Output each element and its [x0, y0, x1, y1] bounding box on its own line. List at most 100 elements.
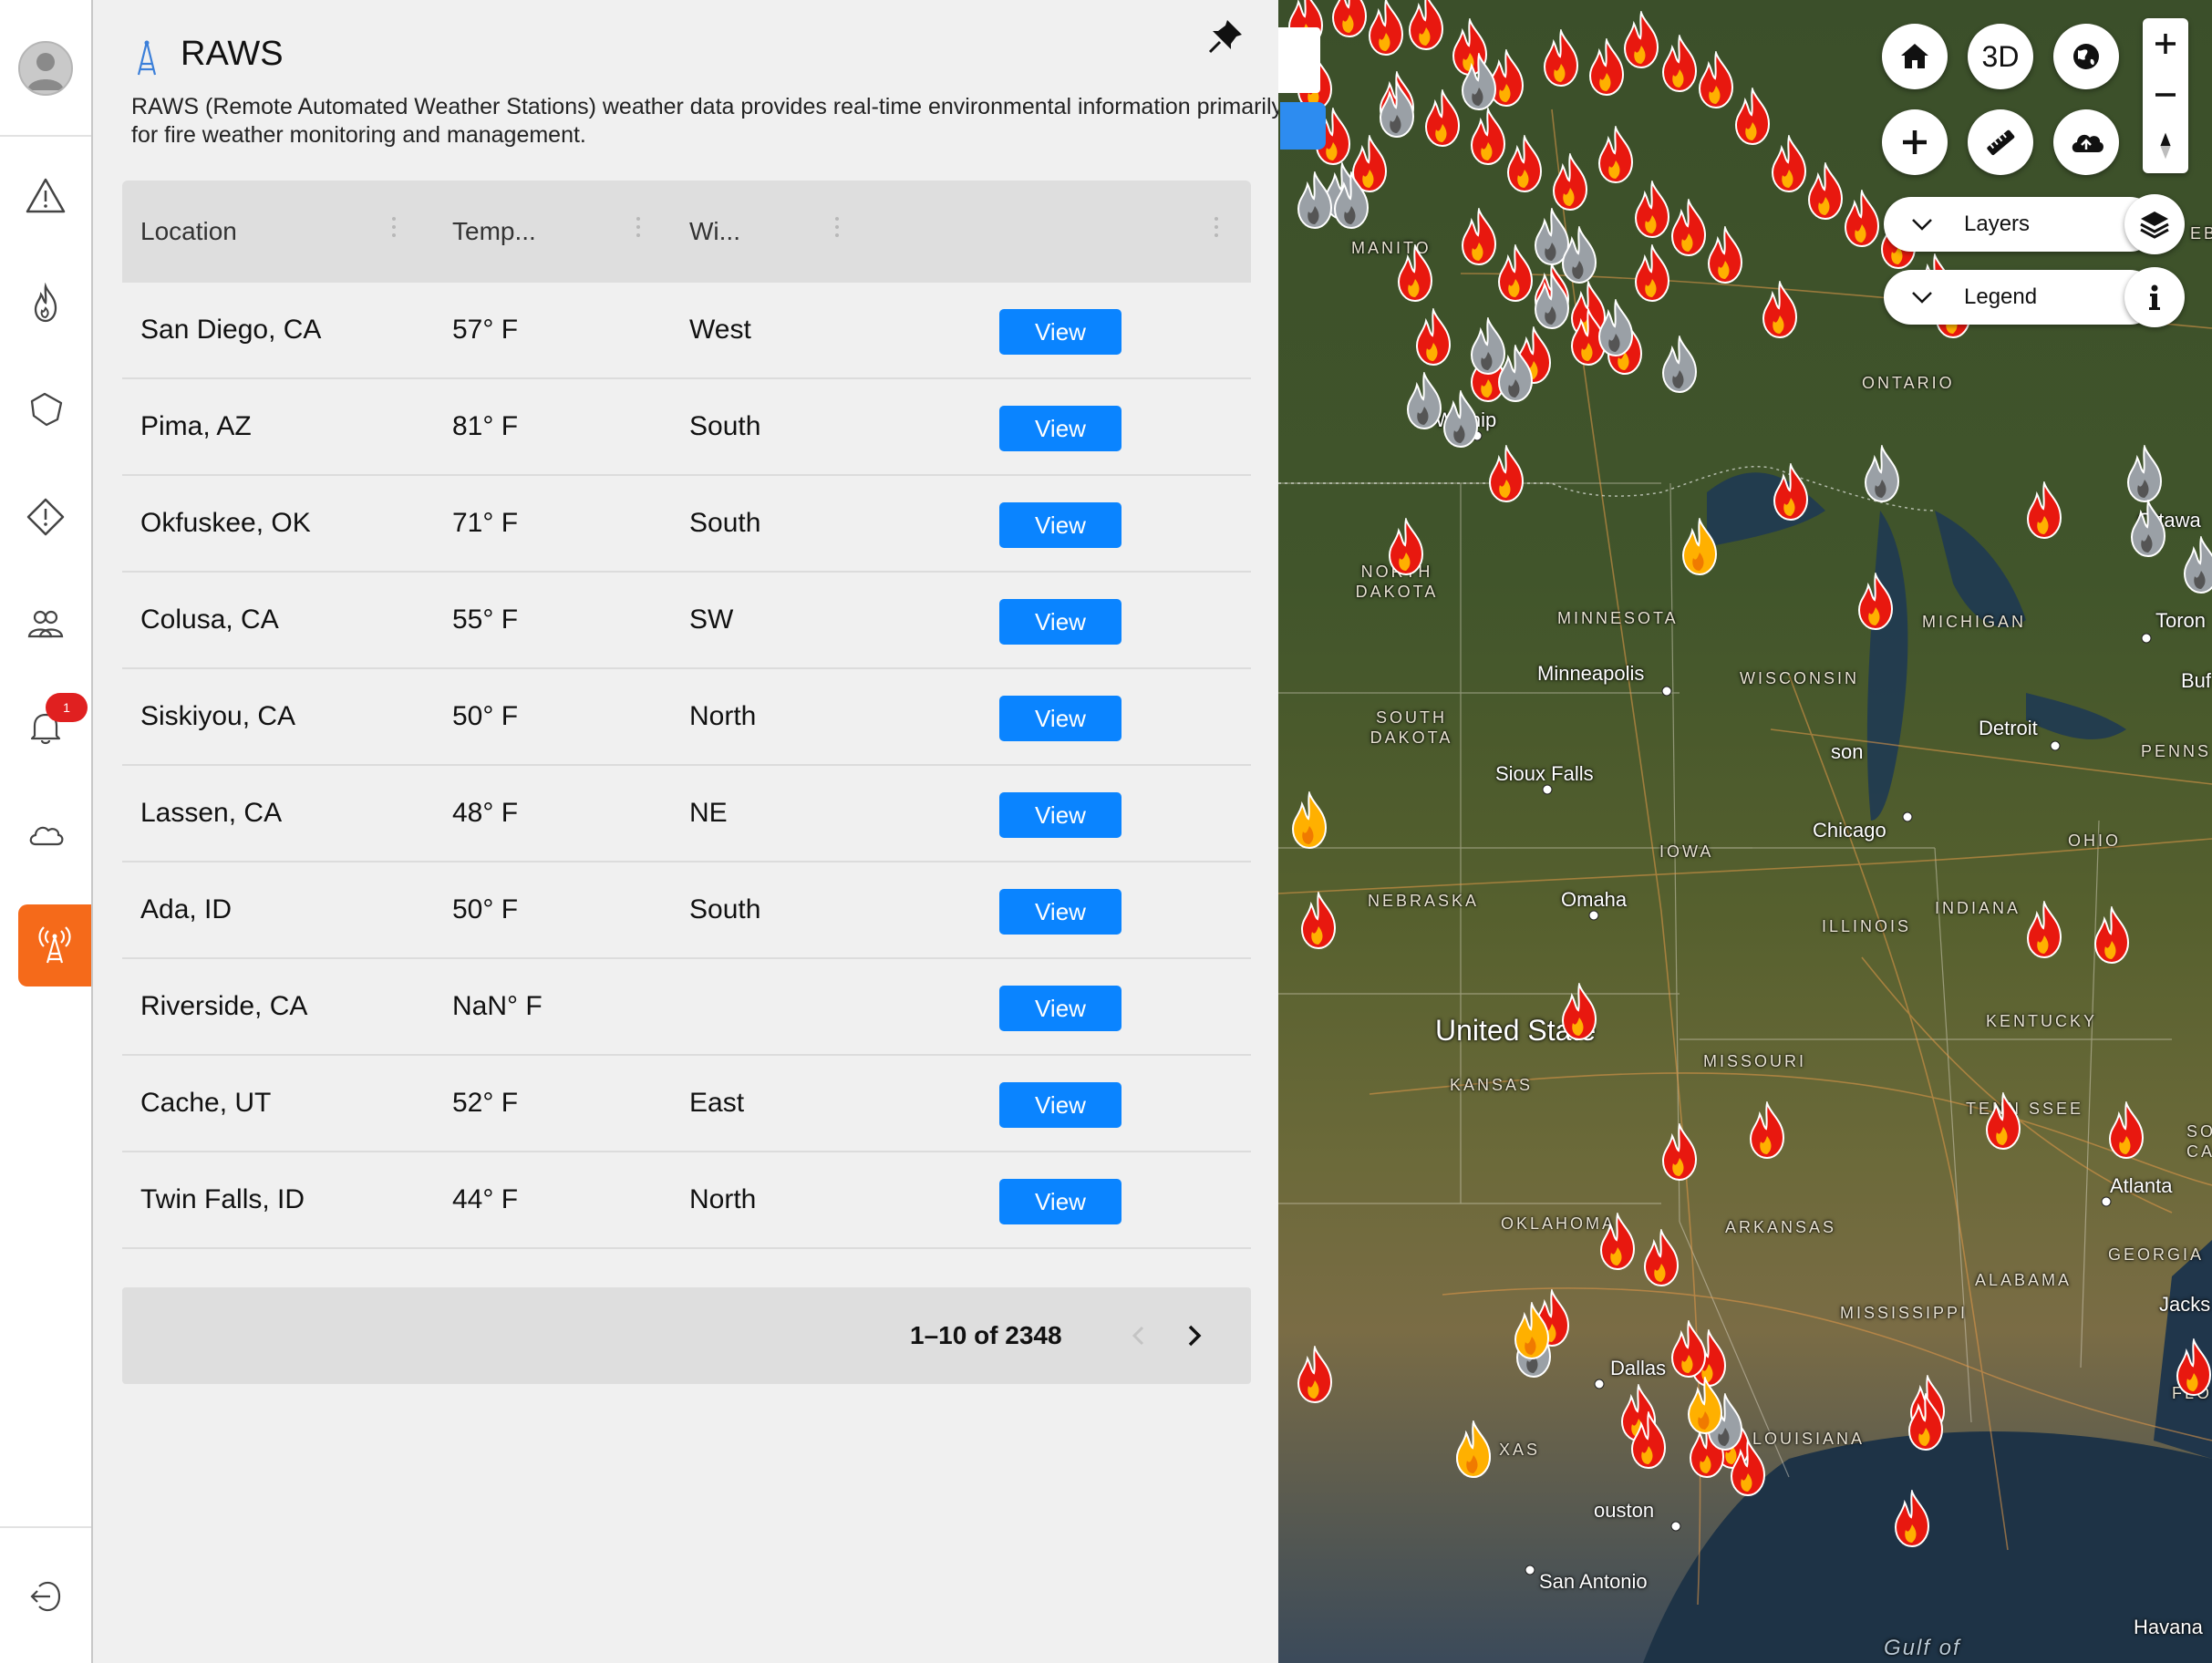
- view-button[interactable]: View: [999, 502, 1122, 548]
- column-menu-icon[interactable]: [392, 217, 396, 244]
- fire-marker-icon[interactable]: [1979, 1092, 2027, 1151]
- fire-marker-icon[interactable]: [1701, 226, 1749, 284]
- fire-marker-icon[interactable]: [2170, 1338, 2212, 1397]
- home-button[interactable]: [1882, 24, 1948, 89]
- table-row: Siskiyou, CA 50° F North View: [122, 669, 1251, 766]
- column-menu-icon[interactable]: [835, 217, 839, 244]
- next-page-icon[interactable]: [1178, 1318, 1209, 1353]
- contained-fire-marker-icon[interactable]: [1373, 80, 1421, 139]
- temp-cell: 52° F: [452, 1088, 519, 1118]
- new-fire-marker-icon[interactable]: [1508, 1302, 1556, 1360]
- fire-marker-icon[interactable]: [1546, 153, 1594, 212]
- new-fire-marker-icon[interactable]: [1450, 1420, 1497, 1479]
- fire-marker-icon[interactable]: [1625, 1411, 1672, 1470]
- contained-fire-marker-icon[interactable]: [1656, 336, 1703, 394]
- column-header-wind[interactable]: Wi...: [689, 181, 740, 283]
- column-menu-icon[interactable]: [1215, 217, 1218, 244]
- contained-fire-marker-icon[interactable]: [1401, 372, 1448, 430]
- new-fire-marker-icon[interactable]: [1286, 791, 1333, 850]
- view-button[interactable]: View: [999, 309, 1122, 355]
- logout-button[interactable]: [0, 1555, 91, 1637]
- new-fire-marker-icon[interactable]: [1681, 1377, 1729, 1435]
- add-button[interactable]: [1882, 109, 1948, 175]
- map-search-box[interactable]: [1278, 27, 1320, 93]
- view-button[interactable]: View: [999, 1082, 1122, 1128]
- map-search-button[interactable]: [1280, 102, 1326, 150]
- legend-info-button[interactable]: [2124, 267, 2185, 327]
- view-button[interactable]: View: [999, 889, 1122, 935]
- measure-button[interactable]: [1968, 109, 2033, 175]
- warnings-nav-button[interactable]: [0, 476, 91, 558]
- view-button[interactable]: View: [999, 599, 1122, 645]
- map-label: Gulf of: [1884, 1636, 1961, 1660]
- fire-marker-icon[interactable]: [1295, 892, 1342, 950]
- fire-marker-icon[interactable]: [2021, 481, 2068, 540]
- globe-icon: [2073, 44, 2099, 69]
- contained-fire-marker-icon[interactable]: [1455, 53, 1503, 111]
- new-fire-marker-icon[interactable]: [1676, 518, 1723, 576]
- contained-fire-marker-icon[interactable]: [1328, 171, 1375, 230]
- fire-marker-icon[interactable]: [1594, 1213, 1641, 1271]
- fire-marker-icon[interactable]: [1852, 573, 1899, 631]
- view-button[interactable]: View: [999, 406, 1122, 451]
- view-button[interactable]: View: [999, 696, 1122, 741]
- fire-marker-icon[interactable]: [1402, 0, 1450, 51]
- contained-fire-marker-icon[interactable]: [1858, 445, 1906, 503]
- fire-marker-icon[interactable]: [1537, 29, 1585, 88]
- column-header-location[interactable]: Location: [140, 181, 237, 283]
- fire-marker-icon[interactable]: [1291, 1346, 1339, 1404]
- fire-marker-icon[interactable]: [1902, 1393, 1949, 1451]
- legend-toggle[interactable]: Legend: [1884, 267, 2185, 327]
- compass-button[interactable]: [2143, 120, 2188, 171]
- contained-fire-marker-icon[interactable]: [2124, 500, 2172, 558]
- fire-marker-icon[interactable]: [1767, 463, 1814, 522]
- contained-fire-marker-icon[interactable]: [2121, 445, 2168, 503]
- contained-fire-marker-icon[interactable]: [2177, 536, 2212, 594]
- view-button[interactable]: View: [999, 1179, 1122, 1224]
- zoom-in-button[interactable]: [2143, 18, 2188, 69]
- fire-marker-icon[interactable]: [1628, 244, 1676, 303]
- fire-marker-icon[interactable]: [1556, 983, 1603, 1041]
- fire-marker-icon[interactable]: [1656, 1123, 1703, 1182]
- user-avatar[interactable]: [18, 41, 73, 96]
- fire-marker-icon[interactable]: [2103, 1101, 2150, 1160]
- fire-marker-icon[interactable]: [2021, 901, 2068, 959]
- view-button[interactable]: View: [999, 986, 1122, 1031]
- radio-tower-icon: [38, 926, 71, 964]
- alerts-nav-button[interactable]: [0, 155, 91, 237]
- fire-marker-icon[interactable]: [1501, 135, 1548, 193]
- view-button[interactable]: View: [999, 792, 1122, 838]
- contained-fire-marker-icon[interactable]: [1492, 345, 1539, 403]
- raws-nav-button[interactable]: [18, 904, 91, 986]
- fire-marker-icon[interactable]: [1592, 126, 1639, 184]
- basemap-button[interactable]: [2053, 24, 2119, 89]
- fire-marker-icon[interactable]: [1756, 281, 1804, 339]
- zoom-out-button[interactable]: [2143, 69, 2188, 120]
- fire-marker-icon[interactable]: [1410, 308, 1457, 367]
- 3d-toggle-button[interactable]: 3D: [1968, 24, 2033, 89]
- column-header-temp[interactable]: Temp...: [452, 181, 536, 283]
- table-row: Twin Falls, ID 44° F North View: [122, 1152, 1251, 1249]
- fire-marker-icon[interactable]: [1638, 1229, 1685, 1287]
- fire-marker-icon[interactable]: [1483, 445, 1530, 503]
- contained-fire-marker-icon[interactable]: [1528, 272, 1576, 330]
- fire-marker-icon[interactable]: [1391, 244, 1439, 303]
- fire-marker-icon[interactable]: [1665, 1320, 1712, 1379]
- previous-page-icon[interactable]: [1123, 1320, 1154, 1351]
- column-menu-icon[interactable]: [636, 217, 640, 244]
- pin-icon[interactable]: [1205, 16, 1246, 57]
- contained-fire-marker-icon[interactable]: [1592, 299, 1639, 357]
- community-nav-button[interactable]: [0, 582, 91, 664]
- fire-marker-icon[interactable]: [1382, 518, 1430, 576]
- fire-marker-icon[interactable]: [1888, 1490, 1936, 1548]
- wind-cell: North: [689, 701, 757, 731]
- map-label: ALABAMA: [1975, 1271, 2072, 1289]
- fire-marker-icon[interactable]: [1743, 1101, 1791, 1160]
- weather-nav-button[interactable]: [0, 793, 91, 875]
- fire-marker-icon[interactable]: [2088, 906, 2135, 965]
- layers-button[interactable]: [2124, 194, 2185, 254]
- fires-nav-button[interactable]: [0, 263, 91, 345]
- layers-toggle[interactable]: Layers: [1884, 194, 2185, 254]
- upload-button[interactable]: [2053, 109, 2119, 175]
- perimeters-nav-button[interactable]: [0, 368, 91, 450]
